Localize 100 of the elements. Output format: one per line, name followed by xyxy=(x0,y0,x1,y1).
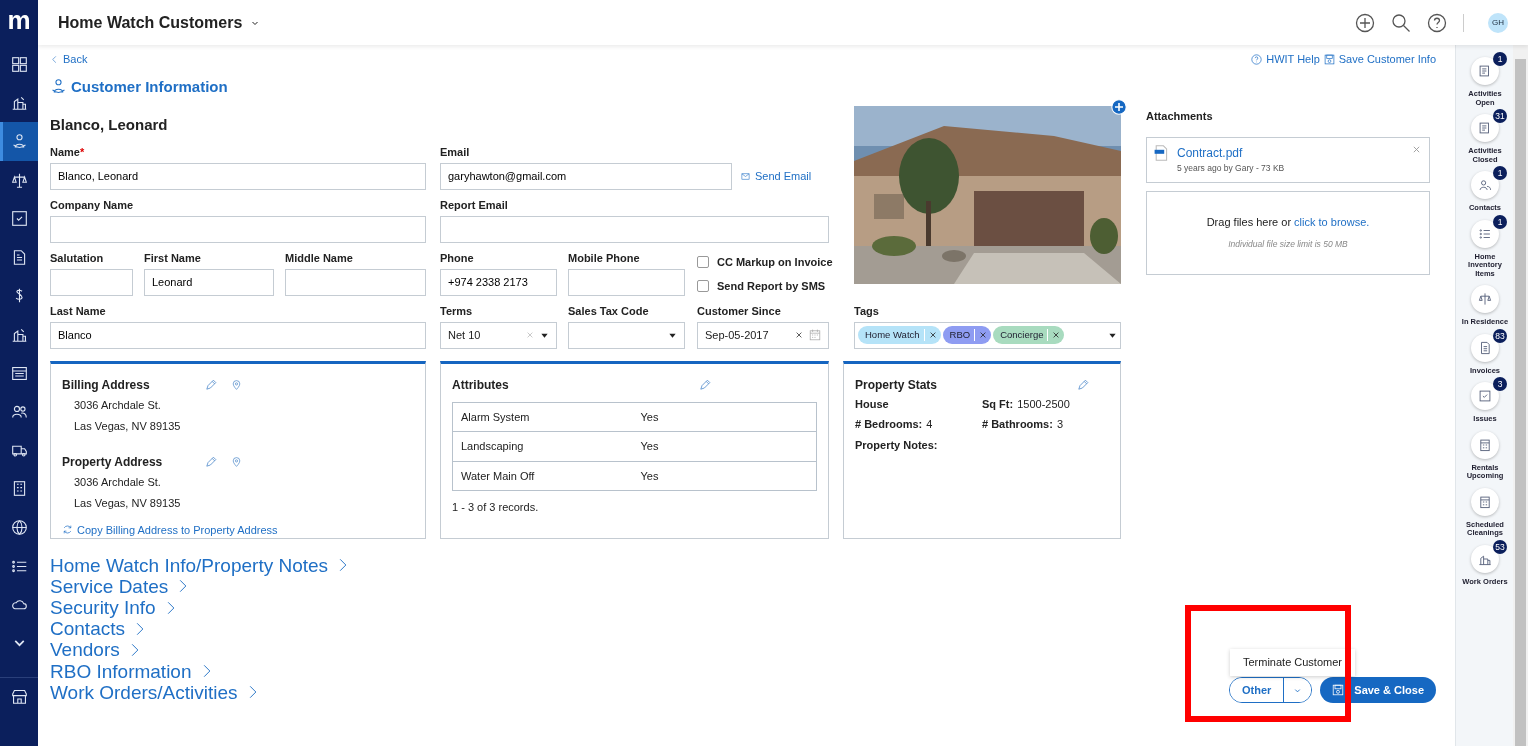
tag[interactable]: RBO xyxy=(942,325,992,345)
help-link[interactable]: HWIT Help xyxy=(1251,51,1320,68)
checkbox-option[interactable]: CC Markup on Invoice xyxy=(697,253,847,270)
field-label: Sales Tax Code xyxy=(568,303,650,318)
field-label: Salutation xyxy=(50,250,105,265)
remove-icon xyxy=(1052,331,1061,339)
document-icon xyxy=(1478,121,1492,135)
add-icon[interactable] xyxy=(1355,12,1375,33)
building-icon xyxy=(10,94,28,112)
field-label: First Name xyxy=(144,250,202,265)
store-icon xyxy=(10,687,28,705)
scrollbar[interactable] xyxy=(1513,45,1528,746)
section-title: Billing Address xyxy=(62,376,151,394)
field-label: Last Name xyxy=(50,303,107,318)
send-email-link[interactable]: Send Email xyxy=(740,167,812,185)
section-link[interactable]: Vendors xyxy=(50,639,349,661)
stat-value: 4 xyxy=(926,417,933,432)
calendar-icon xyxy=(809,329,821,341)
attachments-title: Attachments xyxy=(1146,109,1214,124)
size-limit-note: Individual file size limit is 50 MB xyxy=(1227,238,1349,251)
table-cell: Alarm System xyxy=(461,410,530,423)
field-label: Report Email xyxy=(440,197,509,212)
section-link[interactable]: Home Watch Info/Property Notes xyxy=(50,554,349,576)
section-link[interactable]: Contacts xyxy=(50,618,349,640)
input-field[interactable]: garyhawton@gmail.com xyxy=(440,162,732,190)
browse-link[interactable]: click to browse. xyxy=(1294,215,1370,228)
people-icon xyxy=(1478,178,1492,192)
app-logo[interactable]: m xyxy=(0,0,38,45)
search-icon[interactable] xyxy=(1391,12,1411,33)
page-title: Customer Information xyxy=(71,76,228,97)
checkbox-icon xyxy=(1478,389,1492,403)
field-label: Customer Since xyxy=(697,303,782,318)
tag[interactable]: Concierge xyxy=(993,325,1065,345)
stat-label: Property Notes: xyxy=(855,437,939,453)
field-label: Tags xyxy=(854,303,880,318)
module-dropdown[interactable]: Home Watch Customers xyxy=(58,10,261,35)
select-field[interactable] xyxy=(568,321,685,349)
drop-text: Drag files here or click to browse. xyxy=(1205,214,1371,230)
checkbox-icon xyxy=(10,210,28,228)
section-link[interactable]: Security Info xyxy=(50,596,349,619)
input-field[interactable]: Blanco xyxy=(50,321,426,349)
field-label: Email xyxy=(440,144,471,159)
scale-icon xyxy=(1478,292,1492,306)
field-label: Phone xyxy=(440,250,475,265)
checkbox-option[interactable]: Send Report by SMS xyxy=(697,278,847,295)
input-field[interactable]: +974 2338 2173 xyxy=(440,268,557,296)
tag[interactable]: Home Watch xyxy=(858,325,941,345)
select-field[interactable]: Net 10 xyxy=(440,321,557,349)
envelope-icon xyxy=(740,171,751,181)
address-line: Las Vegas, NV 89135 xyxy=(73,496,182,511)
input-field[interactable] xyxy=(50,268,133,296)
section-link[interactable]: Work Orders/Activities xyxy=(50,681,349,703)
save-link[interactable]: Save Customer Info xyxy=(1323,51,1436,68)
input-field[interactable] xyxy=(568,268,685,296)
dashboard-icon xyxy=(10,55,28,73)
menu-item[interactable]: Terminate Customer xyxy=(1242,654,1342,671)
card-title: Attributes xyxy=(452,376,509,394)
stat-value: 3 xyxy=(1056,417,1064,432)
invoice-icon xyxy=(1478,340,1492,355)
stat-value: 1500-2500 xyxy=(1017,396,1070,412)
address-line: 3036 Archdale St. xyxy=(73,474,162,490)
remove-icon xyxy=(928,331,937,339)
other-split-button[interactable]: Other xyxy=(1228,676,1313,703)
user-avatar[interactable]: GH xyxy=(1488,12,1508,33)
field-label: Company Name xyxy=(50,197,135,212)
address-line: Las Vegas, NV 89135 xyxy=(73,419,182,434)
clear-icon xyxy=(795,331,803,339)
input-field[interactable]: Leonard xyxy=(144,268,274,296)
tags-field[interactable]: Home Watch RBO Concierge xyxy=(854,321,1121,349)
section-link[interactable]: Service Dates xyxy=(50,575,349,597)
save-icon xyxy=(1332,683,1345,696)
list-icon xyxy=(1478,226,1492,241)
section-link[interactable]: RBO Information xyxy=(50,660,349,682)
input-field[interactable]: Blanco, Leonard xyxy=(50,162,426,190)
record-count: 1 - 3 of 3 records. xyxy=(452,500,540,515)
stat-label: # Bathrooms: xyxy=(982,417,1053,432)
help-icon xyxy=(1251,53,1263,65)
calendar-icon xyxy=(1478,494,1492,509)
stat-label: # Bedrooms: xyxy=(855,417,923,432)
file-link[interactable]: Contract.pdf xyxy=(1177,143,1285,162)
input-field[interactable] xyxy=(285,268,426,296)
input-field[interactable] xyxy=(50,215,426,243)
input-field[interactable] xyxy=(440,215,829,243)
date-field[interactable]: Sep-05-2017 xyxy=(697,321,829,349)
back-link[interactable]: Back xyxy=(50,51,88,68)
person-icon xyxy=(50,78,67,96)
field-label: Mobile Phone xyxy=(568,250,641,265)
help-icon[interactable] xyxy=(1427,12,1447,33)
customer-name: Blanco, Leonard xyxy=(50,115,169,135)
dropdown-toggle-button[interactable] xyxy=(1283,677,1312,702)
count-badge: 1 xyxy=(1493,214,1507,229)
document-icon xyxy=(1478,64,1492,78)
section-title: Property Address xyxy=(62,453,164,471)
drop-zone[interactable]: Drag files here or click to browse. Individual file size limit is 50 MB xyxy=(1146,190,1430,275)
save-close-button[interactable]: Save & Close xyxy=(1320,676,1436,703)
count-badge: 53 xyxy=(1493,539,1507,554)
copy-address-link[interactable]: Copy Billing Address to Property Address xyxy=(62,521,414,538)
count-badge: 83 xyxy=(1493,328,1507,343)
scale-icon xyxy=(10,171,28,189)
clear-icon xyxy=(526,331,534,339)
